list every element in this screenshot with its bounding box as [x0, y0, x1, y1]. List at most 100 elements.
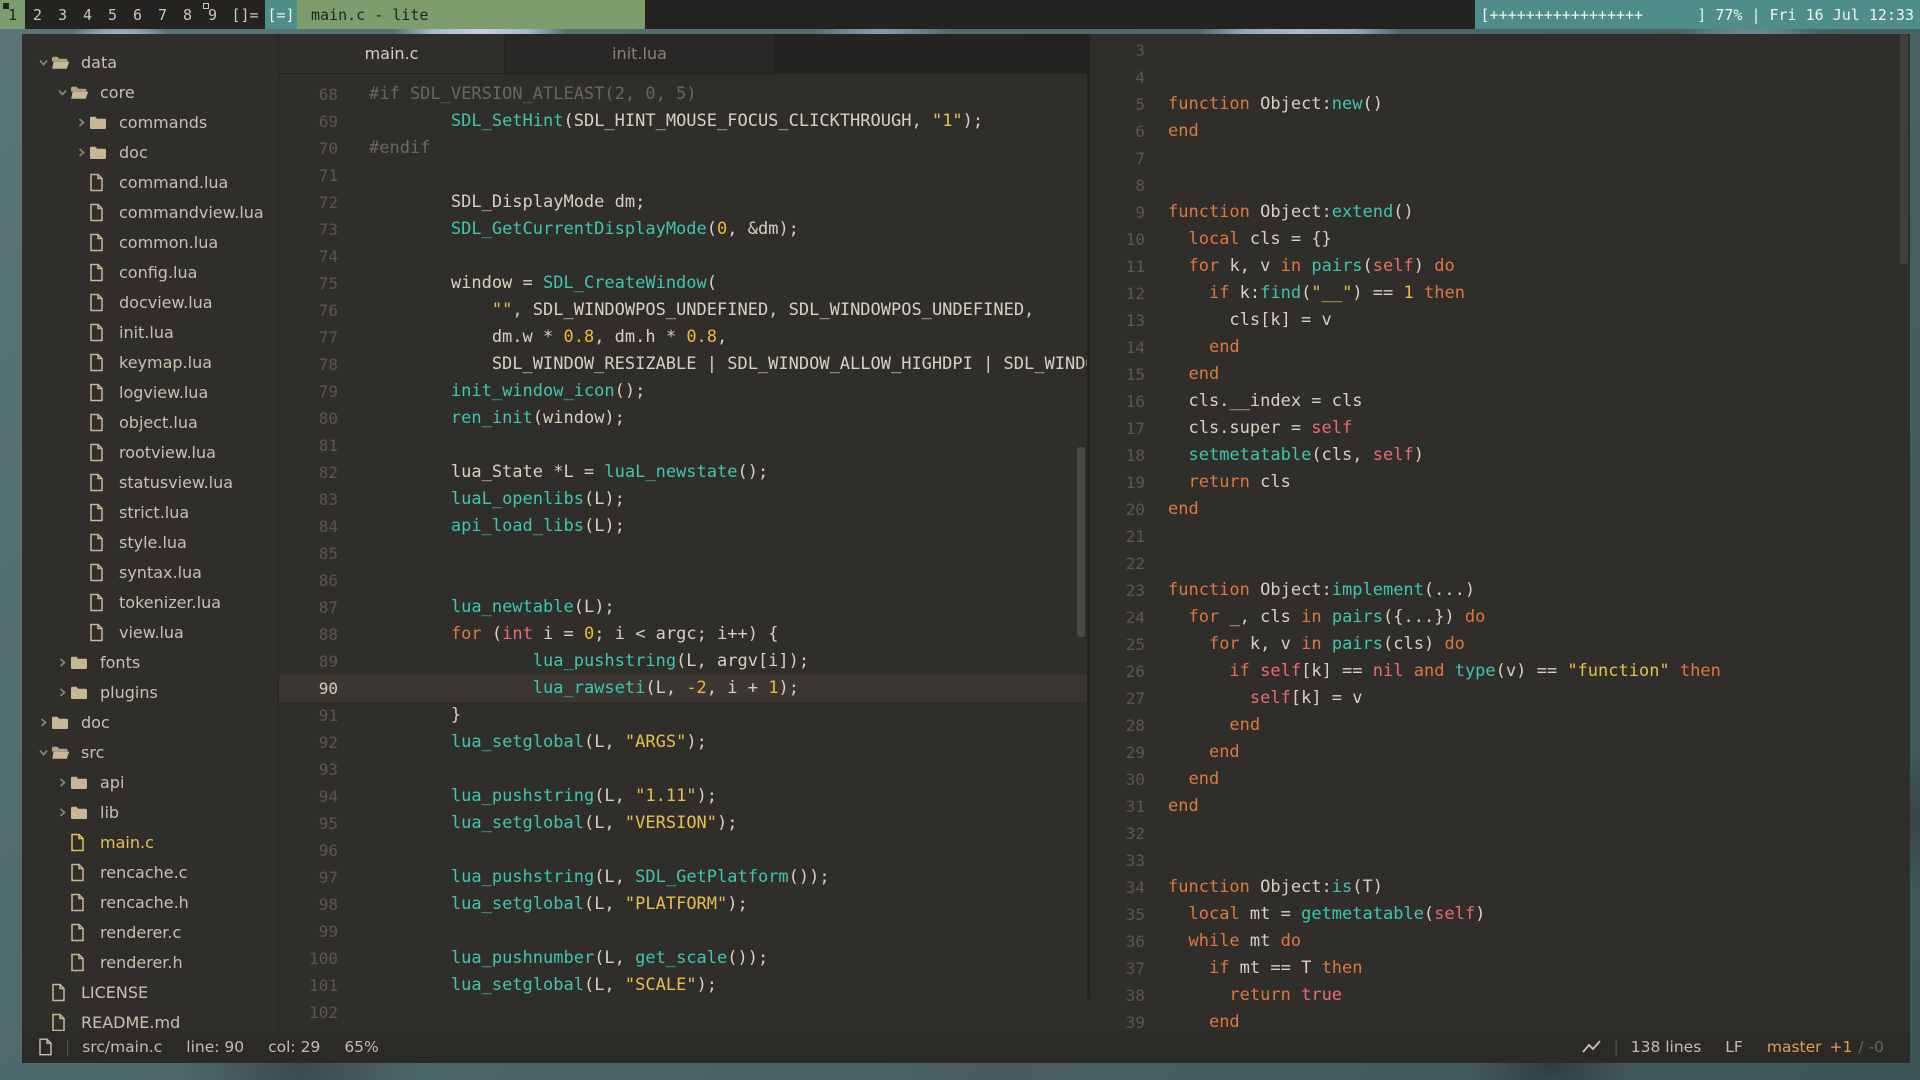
- statusbar-separator: |: [65, 1038, 70, 1056]
- tree-item-label: doc: [119, 143, 148, 162]
- tree-folder-api[interactable]: api: [22, 767, 278, 797]
- code-text: "", SDL_WINDOWPOS_UNDEFINED, SDL_WINDOWP…: [369, 297, 1034, 324]
- chevron-down-icon[interactable]: [36, 57, 51, 68]
- tree-folder-doc[interactable]: doc: [22, 137, 278, 167]
- tree-file-renderer-h[interactable]: renderer.h: [22, 947, 278, 977]
- tree-file-readme-md[interactable]: README.md: [22, 1007, 278, 1031]
- tree-file-init-lua[interactable]: init.lua: [22, 317, 278, 347]
- line-number: 25: [1090, 631, 1145, 658]
- line-number: 30: [1090, 766, 1145, 793]
- tree-file-syntax-lua[interactable]: syntax.lua: [22, 557, 278, 587]
- code-pane-init-lua[interactable]: 345function Object:new()6end789function …: [1090, 34, 1910, 1031]
- tree-file-rencache-h[interactable]: rencache.h: [22, 887, 278, 917]
- workspace-tag-5[interactable]: 5: [100, 0, 125, 29]
- tree-file-view-lua[interactable]: view.lua: [22, 617, 278, 647]
- tree-item-label: renderer.h: [100, 953, 183, 972]
- editor-status-bar: | src/main.c line: 90 col: 29 65% | 138 …: [22, 1031, 1910, 1063]
- line-number: 15: [1090, 361, 1145, 388]
- wm-systray-indicator[interactable]: [=]: [265, 0, 297, 29]
- wm-layout-indicator[interactable]: []=: [225, 0, 265, 29]
- tree-item-label: syntax.lua: [119, 563, 202, 582]
- code-line-21: 21: [1090, 523, 1910, 550]
- chevron-right-icon[interactable]: [74, 117, 89, 128]
- line-number: 92: [279, 729, 338, 756]
- tree-file-tokenizer-lua[interactable]: tokenizer.lua: [22, 587, 278, 617]
- tab-init-lua[interactable]: init.lua: [505, 34, 775, 73]
- tree-file-strict-lua[interactable]: strict.lua: [22, 497, 278, 527]
- right-pane-scrollbar[interactable]: [1900, 34, 1908, 264]
- tree-file-config-lua[interactable]: config.lua: [22, 257, 278, 287]
- tree-file-main-c[interactable]: main.c: [22, 827, 278, 857]
- code-text: if k:find("__") == 1 then: [1168, 280, 1465, 307]
- code-line-28: 28 end: [1090, 712, 1910, 739]
- tree-file-style-lua[interactable]: style.lua: [22, 527, 278, 557]
- chevron-right-icon[interactable]: [55, 807, 70, 818]
- tree-file-logview-lua[interactable]: logview.lua: [22, 377, 278, 407]
- tab-main-c[interactable]: main.c: [279, 34, 505, 73]
- line-number: 11: [1090, 253, 1145, 280]
- line-number: 101: [279, 972, 338, 999]
- code-pane-main-c[interactable]: main.cinit.lua 68#if SDL_VERSION_ATLEAST…: [279, 34, 1087, 1031]
- tree-file-command-lua[interactable]: command.lua: [22, 167, 278, 197]
- tree-file-docview-lua[interactable]: docview.lua: [22, 287, 278, 317]
- workspace-tag-3[interactable]: 3: [50, 0, 75, 29]
- tree-file-commandview-lua[interactable]: commandview.lua: [22, 197, 278, 227]
- tree-folder-src[interactable]: src: [22, 737, 278, 767]
- chevron-right-icon[interactable]: [36, 717, 51, 728]
- code-text: for k, v in pairs(cls) do: [1168, 631, 1465, 658]
- file-tree-panel[interactable]: datacorecommands doc command.luacommandvie…: [22, 34, 279, 1031]
- code-line-36: 36 while mt do: [1090, 928, 1910, 955]
- chevron-down-icon[interactable]: [55, 87, 70, 98]
- workspace-tag-6[interactable]: 6: [125, 0, 150, 29]
- tree-file-keymap-lua[interactable]: keymap.lua: [22, 347, 278, 377]
- code-text: init_window_icon();: [369, 378, 645, 405]
- workspace-tag-2[interactable]: 2: [25, 0, 50, 29]
- workspace-tag-9[interactable]: 9: [200, 0, 225, 29]
- code-text: }: [369, 702, 461, 729]
- tree-folder-doc[interactable]: doc: [22, 707, 278, 737]
- code-line-96: 96: [279, 837, 1087, 864]
- line-number: 10: [1090, 226, 1145, 253]
- workspace-tag-1[interactable]: 1: [0, 0, 25, 29]
- folder-open-icon: [51, 55, 71, 70]
- line-number: 34: [1090, 874, 1145, 901]
- code-line-101: 101 lua_setglobal(L, "SCALE");: [279, 972, 1087, 999]
- chevron-right-icon[interactable]: [55, 657, 70, 668]
- tree-file-rootview-lua[interactable]: rootview.lua: [22, 437, 278, 467]
- tree-folder-plugins[interactable]: plugins: [22, 677, 278, 707]
- workspace-tag-8[interactable]: 8: [175, 0, 200, 29]
- code-text: dm.w * 0.8, dm.h * 0.8,: [369, 324, 727, 351]
- file-icon: [70, 923, 90, 942]
- workspace-tag-7[interactable]: 7: [150, 0, 175, 29]
- tree-folder-data[interactable]: data: [22, 47, 278, 77]
- code-line-92: 92 lua_setglobal(L, "ARGS");: [279, 729, 1087, 756]
- line-number: 70: [279, 135, 338, 162]
- tree-folder-commands[interactable]: commands: [22, 107, 278, 137]
- chevron-right-icon[interactable]: [55, 687, 70, 698]
- code-text: function Object:is(T): [1168, 874, 1383, 901]
- code-line-29: 29 end: [1090, 739, 1910, 766]
- chevron-down-icon[interactable]: [36, 747, 51, 758]
- code-line-78: 78 SDL_WINDOW_RESIZABLE | SDL_WINDOW_ALL…: [279, 351, 1087, 378]
- workspace-tag-4[interactable]: 4: [75, 0, 100, 29]
- file-icon: [70, 953, 90, 972]
- line-number: 87: [279, 594, 338, 621]
- left-pane-scrollbar[interactable]: [1077, 447, 1085, 637]
- statusbar-line: line: 90: [186, 1038, 244, 1056]
- code-line-33: 33: [1090, 847, 1910, 874]
- code-line-88: 88 for (int i = 0; i < argc; i++) {: [279, 621, 1087, 648]
- line-number: 37: [1090, 955, 1145, 982]
- tree-file-rencache-c[interactable]: rencache.c: [22, 857, 278, 887]
- tree-file-statusview-lua[interactable]: statusview.lua: [22, 467, 278, 497]
- tree-file-license[interactable]: LICENSE: [22, 977, 278, 1007]
- tree-file-object-lua[interactable]: object.lua: [22, 407, 278, 437]
- tree-folder-lib[interactable]: lib: [22, 797, 278, 827]
- tree-item-label: plugins: [100, 683, 158, 702]
- tree-folder-fonts[interactable]: fonts: [22, 647, 278, 677]
- tree-file-common-lua[interactable]: common.lua: [22, 227, 278, 257]
- tree-file-renderer-c[interactable]: renderer.c: [22, 917, 278, 947]
- chevron-right-icon[interactable]: [74, 147, 89, 158]
- code-text: cls.super = self: [1168, 415, 1352, 442]
- chevron-right-icon[interactable]: [55, 777, 70, 788]
- tree-folder-core[interactable]: core: [22, 77, 278, 107]
